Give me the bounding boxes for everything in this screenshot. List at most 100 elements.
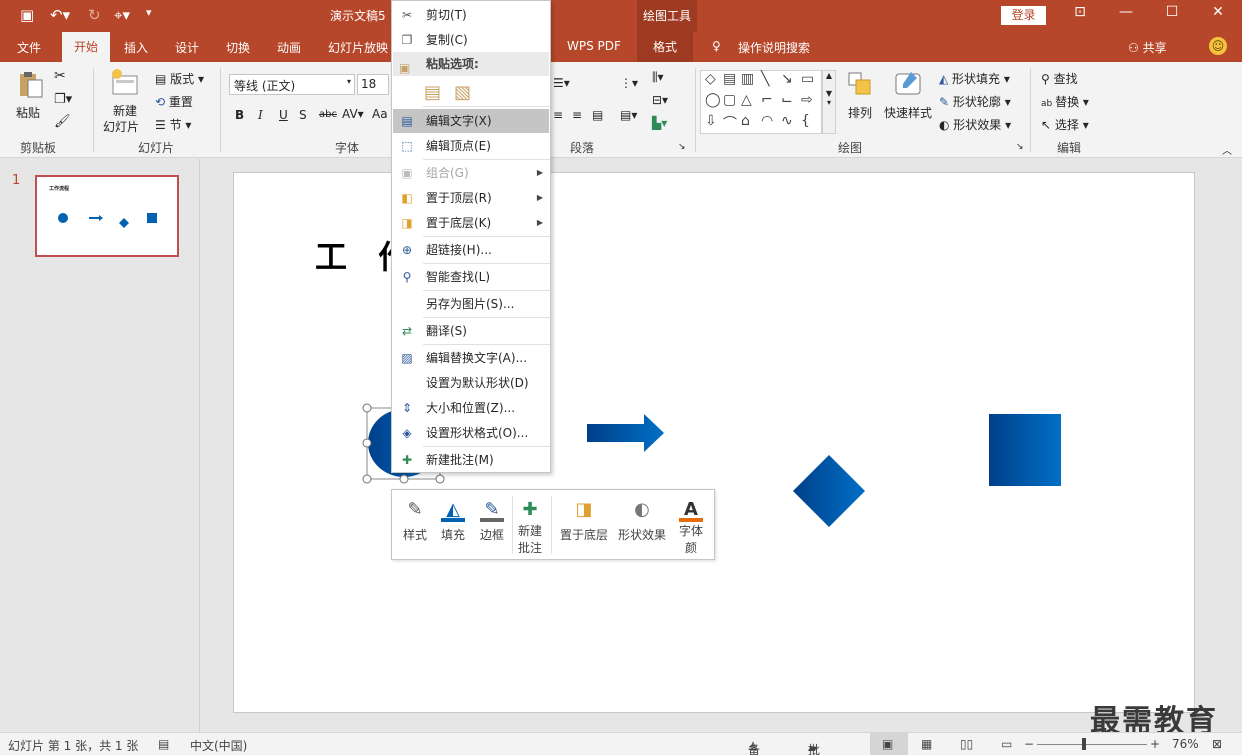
menu-item-edit-points[interactable]: ⬚ 编辑顶点(E) (393, 134, 549, 158)
shape-down-arrow-icon[interactable]: ⇩ (705, 113, 717, 129)
quick-styles-icon[interactable] (893, 68, 923, 98)
reading-view-icon[interactable]: ▯▯ (960, 737, 973, 751)
format-painter-icon[interactable]: 🖌 (54, 114, 71, 129)
mini-outline-button[interactable]: ✎ 边框 (477, 498, 507, 543)
minimize-icon[interactable]: — (1116, 4, 1136, 20)
paste-icon[interactable] (16, 70, 46, 100)
shape-elbow-icon[interactable]: ⌐ (761, 92, 773, 108)
menu-item-edit-alt-text[interactable]: ▨ 编辑替换文字(A)... (393, 346, 549, 370)
quick-styles-label[interactable]: 快速样式 (884, 104, 932, 121)
shape-wave-icon[interactable]: ∿ (781, 113, 793, 129)
new-slide-label-2[interactable]: 幻灯片 (103, 118, 139, 135)
tab-animations[interactable]: 动画 (277, 39, 301, 56)
menu-item-hyperlink[interactable]: ⊕ 超链接(H)... (393, 238, 549, 262)
underline-icon[interactable]: U (279, 108, 288, 122)
text-direction-icon[interactable]: ⫼▾ (652, 70, 664, 85)
line-spacing-icon[interactable]: ☰▾ (553, 76, 570, 90)
paste-label[interactable]: 粘贴 (16, 104, 40, 121)
smartart-icon[interactable]: ▙▾ (652, 116, 667, 130)
replace-button[interactable]: ab 替换 ▾ (1041, 93, 1089, 110)
new-slide-icon[interactable] (110, 68, 140, 98)
zoom-in-icon[interactable]: + (1150, 737, 1160, 751)
tab-insert[interactable]: 插入 (124, 39, 148, 56)
fit-to-window-icon[interactable]: ⊠ (1212, 737, 1222, 751)
zoom-slider-thumb[interactable] (1082, 738, 1086, 750)
menu-item-copy[interactable]: ❐ 复制(C) (393, 28, 549, 52)
cut-icon[interactable]: ✂ (54, 68, 66, 84)
mini-new-comment-button[interactable]: ✚ 新建 批注 (514, 498, 546, 556)
align-text-icon[interactable]: ⊟▾ (652, 93, 668, 107)
shape-textbox-icon[interactable]: ▤ (723, 71, 736, 87)
ribbon-display-icon[interactable]: ⊡ (1070, 4, 1090, 20)
layout-button[interactable]: ▤ 版式 ▾ (155, 70, 204, 87)
shape-arc-icon[interactable]: ◠ (761, 113, 773, 129)
copy-icon[interactable]: ❐▾ (54, 92, 72, 107)
share-button[interactable]: ⚇ 共享 (1128, 39, 1167, 56)
menu-item-translate[interactable]: ⇄ 翻译(S) (393, 319, 549, 343)
resize-handle[interactable] (435, 474, 445, 484)
shape-vtextbox-icon[interactable]: ▥ (741, 71, 754, 87)
slide-sorter-icon[interactable]: ▦ (921, 737, 932, 751)
shape-diamond-icon[interactable]: ◇ (705, 71, 716, 87)
font-name-select[interactable]: 等线 (正文) ▾ (229, 74, 355, 95)
resize-handle[interactable] (399, 474, 409, 484)
tab-design[interactable]: 设计 (175, 39, 199, 56)
mini-shape-effects-button[interactable]: ◐ 形状效果 (616, 498, 668, 543)
menu-item-cut[interactable]: ✂ 剪切(T) (393, 3, 549, 27)
customize-toolbar-icon[interactable]: ▾ (146, 6, 152, 19)
login-button[interactable]: 登录 (1001, 6, 1046, 25)
shapes-gallery[interactable]: ◇ ▤ ▥ ╲ ↘ ▭ ◯ ▢ △ ⌐ ⌙ ⇨ ⇩ ⌒ ⌂ ◠ ∿ { (700, 70, 822, 134)
dialog-launcher-icon[interactable]: ↘ (678, 142, 686, 152)
shape-freeform-icon[interactable]: ⌂ (741, 113, 750, 129)
shape-rounded-rect-icon[interactable]: ▢ (723, 92, 736, 108)
shape-connector-icon[interactable]: ⌙ (781, 92, 793, 108)
shape-arrow-line-icon[interactable]: ↘ (781, 71, 793, 87)
arrange-icon[interactable] (846, 70, 876, 100)
shape-right-arrow-icon[interactable]: ⇨ (801, 92, 813, 108)
tab-format[interactable]: 格式 (637, 32, 694, 62)
menu-item-edit-text[interactable]: ▤ 编辑文字(X) (393, 109, 549, 133)
section-button[interactable]: ☰ 节 ▾ (155, 116, 191, 133)
shape-brace-icon[interactable]: { (801, 113, 810, 129)
normal-view-button[interactable]: ▣ (870, 733, 908, 755)
mini-font-color-button[interactable]: A 字体 颜 (676, 498, 706, 556)
menu-item-group[interactable]: ▣ 组合(G) ▶ (393, 161, 549, 185)
bullets-icon[interactable]: ⋮▾ (620, 76, 638, 90)
paste-picture-icon[interactable]: ▧ (454, 82, 471, 103)
save-icon[interactable]: ▣ (20, 6, 34, 24)
menu-item-set-default-shape[interactable]: 设置为默认形状(D) (393, 371, 549, 395)
feedback-smiley-icon[interactable]: ☺ (1209, 37, 1227, 55)
square-shape[interactable] (989, 414, 1061, 486)
tab-slideshow[interactable]: 幻灯片放映 (328, 39, 388, 56)
shape-line-icon[interactable]: ╲ (761, 71, 769, 87)
new-slide-label-1[interactable]: 新建 (113, 102, 137, 119)
menu-item-bring-front[interactable]: ◧ 置于顶层(R) ▶ (393, 186, 549, 210)
tab-wps-pdf[interactable]: WPS PDF (567, 39, 621, 53)
paste-keep-source-icon[interactable]: ▤ (424, 82, 441, 103)
language-status[interactable]: 中文(中国) (190, 737, 247, 754)
char-spacing-icon[interactable]: AV▾ (342, 107, 364, 121)
reset-button[interactable]: ⟲ 重置 (155, 93, 193, 110)
arrange-label[interactable]: 排列 (848, 104, 872, 121)
collapse-ribbon-icon[interactable]: ︿ (1222, 142, 1232, 157)
align-center-icon[interactable]: ≡ (572, 108, 582, 122)
select-button[interactable]: ↖ 选择 ▾ (1041, 116, 1089, 133)
close-icon[interactable]: ✕ (1208, 4, 1228, 20)
undo-icon[interactable]: ↶▾ (50, 6, 70, 24)
italic-icon[interactable]: I (258, 108, 263, 122)
spell-check-icon[interactable]: ▤ (158, 737, 169, 751)
mini-fill-button[interactable]: ◭ 填充 (438, 498, 468, 543)
zoom-level[interactable]: 76% (1172, 737, 1199, 751)
mini-send-back-button[interactable]: ◨ 置于底层 (558, 498, 610, 543)
menu-item-new-comment[interactable]: ✚ 新建批注(M) (393, 448, 549, 472)
font-size-select[interactable]: 18 (357, 74, 389, 95)
resize-handle[interactable] (362, 403, 372, 413)
strikethrough-icon[interactable]: abc (319, 109, 337, 120)
change-case-icon[interactable]: Aa (372, 107, 388, 121)
shape-effects-button[interactable]: ◐ 形状效果 ▾ (939, 116, 1011, 133)
shape-curve-icon[interactable]: ⌒ (723, 113, 737, 133)
maximize-icon[interactable]: ☐ (1162, 4, 1182, 20)
tell-me-search[interactable]: 操作说明搜索 (738, 39, 810, 56)
resize-handle[interactable] (362, 474, 372, 484)
slideshow-view-icon[interactable]: ▭ (1001, 737, 1012, 751)
